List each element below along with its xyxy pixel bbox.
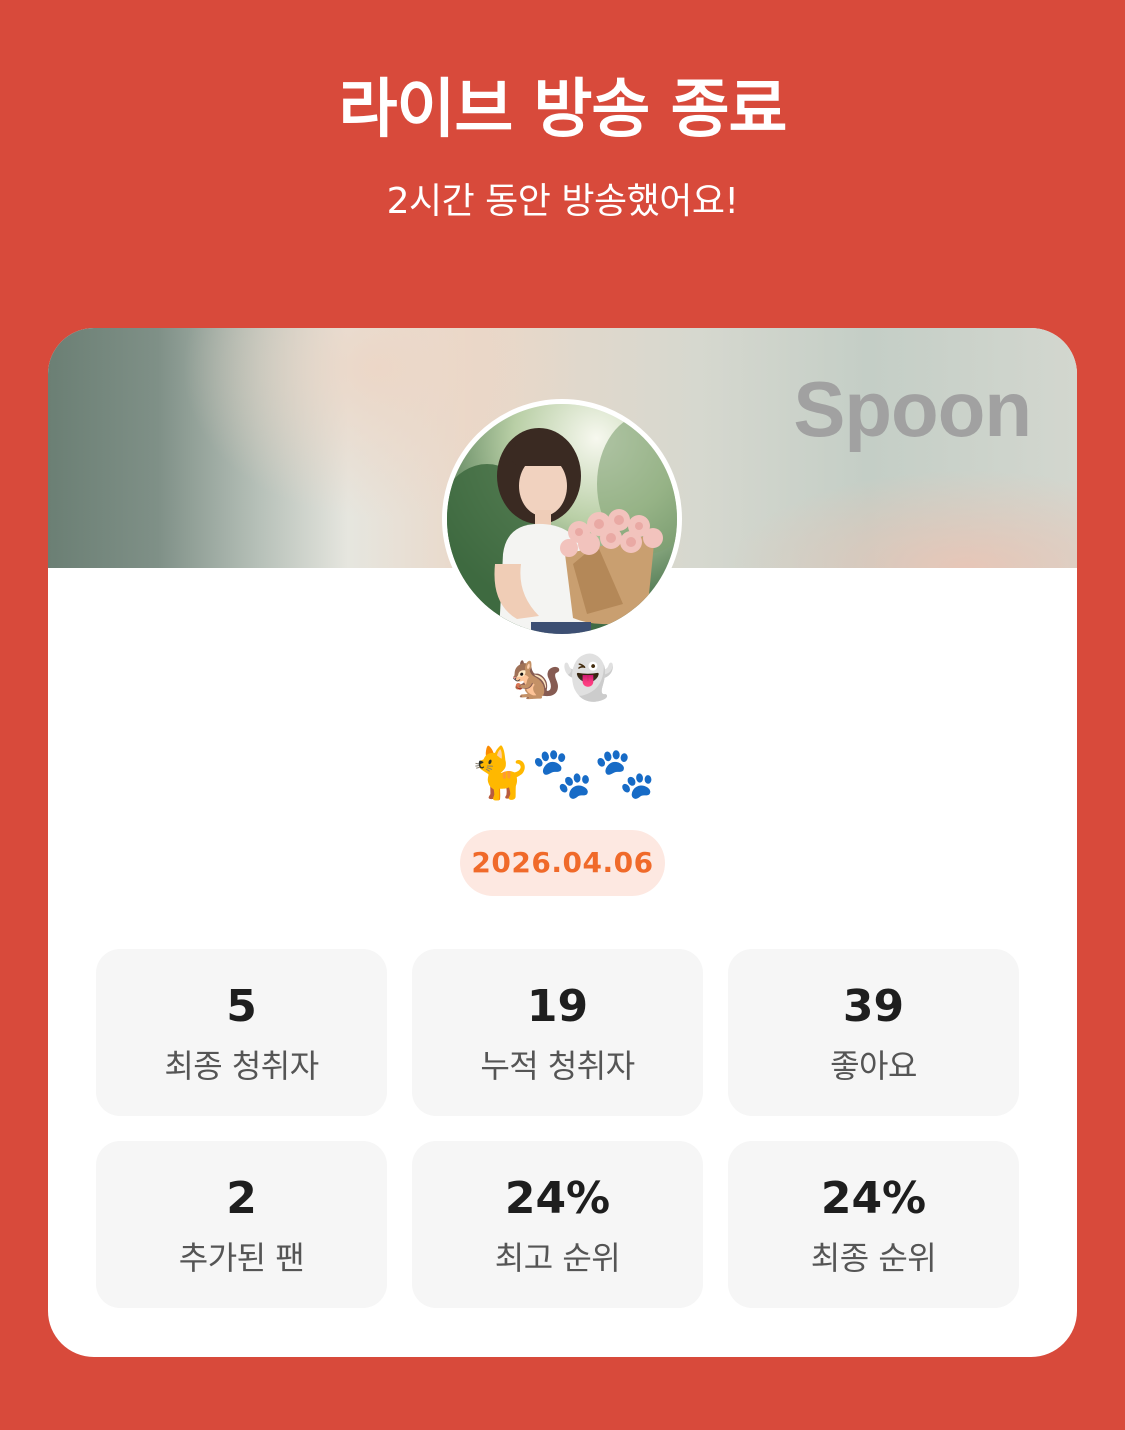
stat-total-listeners: 19 누적 청취자 — [412, 949, 703, 1116]
broadcast-summary-card: Spoon 🐿️👻 🐈🐾🐾 2026.04.06 5 최종 청취자 19 누적 … — [48, 328, 1077, 1357]
stat-label: 추가된 팬 — [178, 1239, 305, 1277]
stat-label: 최종 청취자 — [164, 1047, 319, 1085]
nickname: 🐿️👻 — [510, 653, 615, 702]
stat-value: 39 — [842, 981, 905, 1032]
stat-label: 누적 청취자 — [480, 1047, 635, 1085]
stat-final-listeners: 5 최종 청취자 — [96, 949, 387, 1116]
spoon-logo: Spoon — [793, 365, 1032, 453]
stat-value: 24% — [504, 1173, 611, 1224]
stat-likes: 39 좋아요 — [728, 949, 1019, 1116]
avatar[interactable] — [442, 399, 682, 639]
broadcast-date-badge: 2026.04.06 — [460, 830, 665, 896]
stat-value: 5 — [226, 981, 257, 1032]
stat-value: 2 — [226, 1173, 257, 1224]
bio: 🐈🐾🐾 — [469, 744, 656, 802]
stat-label: 최종 순위 — [810, 1239, 937, 1277]
stat-label: 최고 순위 — [494, 1239, 621, 1277]
stat-value: 19 — [526, 981, 589, 1032]
avatar-photo — [447, 404, 677, 634]
header-title: 라이브 방송 종료 — [338, 73, 788, 147]
stat-value: 24% — [820, 1173, 927, 1224]
header-subtitle: 2시간 동안 방송했어요! — [386, 181, 739, 222]
stat-best-rank: 24% 최고 순위 — [412, 1141, 703, 1308]
stat-final-rank: 24% 최종 순위 — [728, 1141, 1019, 1308]
stat-label: 좋아요 — [830, 1047, 917, 1085]
stat-new-fans: 2 추가된 팬 — [96, 1141, 387, 1308]
